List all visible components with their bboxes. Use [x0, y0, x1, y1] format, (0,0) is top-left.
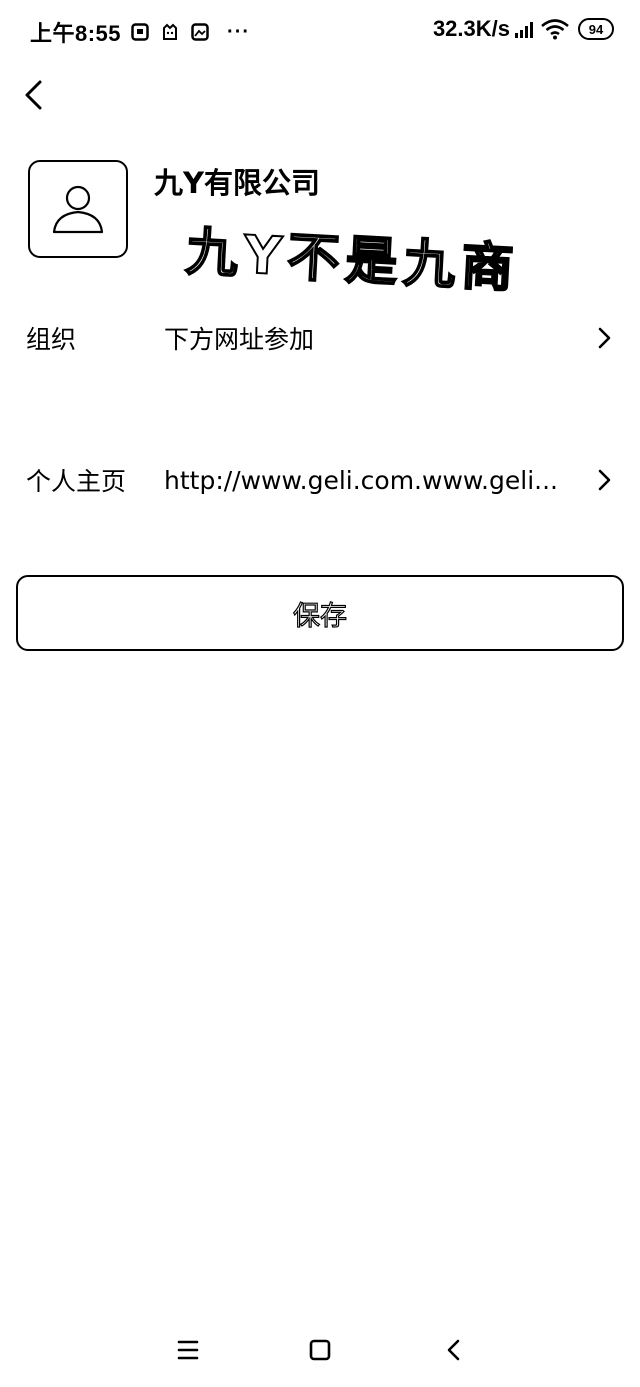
field-label-organization: 组织: [26, 325, 77, 354]
more-notifications-icon: ···: [227, 20, 251, 43]
field-row-homepage[interactable]: 个人主页 http://www.geli.com.www.geli...: [0, 450, 640, 510]
save-button[interactable]: 保存: [16, 575, 624, 651]
image-notification-icon: [191, 23, 209, 41]
back-triangle-icon[interactable]: [440, 1336, 468, 1364]
battery-level: 94: [588, 21, 604, 37]
chevron-right-icon: [598, 469, 611, 491]
field-value-organization: 下方网址参加: [164, 325, 315, 354]
battery-indicator: 94: [578, 18, 614, 40]
field-row-organization[interactable]: 组织 下方网址参加: [0, 308, 640, 368]
back-button[interactable]: [18, 78, 52, 112]
chevron-right-icon: [598, 327, 611, 349]
network-speed: 32.3K/s: [432, 16, 510, 41]
company-name: 九Y有限公司: [154, 166, 320, 200]
chevron-left-icon: [25, 80, 42, 110]
menu-icon[interactable]: [174, 1336, 202, 1364]
wifi-icon: [541, 19, 569, 40]
cat-notification-icon: [163, 23, 178, 40]
system-nav-bar: [0, 1320, 640, 1380]
user-icon: [52, 185, 104, 234]
status-bar: 上午8:55 ··· 32.3K/s 94: [0, 0, 640, 58]
home-square-icon[interactable]: [306, 1336, 334, 1364]
avatar[interactable]: [28, 160, 128, 258]
status-time: 上午8:55: [30, 21, 122, 46]
watermark-text: 九Y不是九商: [183, 221, 521, 300]
signal-icon: [515, 22, 533, 38]
field-label-homepage: 个人主页: [26, 467, 127, 496]
app-notification-icon: [131, 23, 149, 41]
field-value-homepage: http://www.geli.com.www.geli...: [164, 465, 558, 495]
